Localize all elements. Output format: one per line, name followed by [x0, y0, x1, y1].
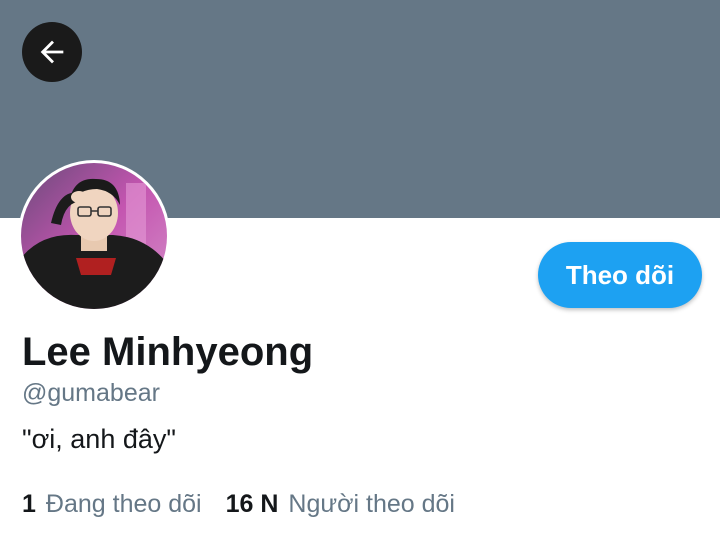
back-arrow-icon	[40, 40, 64, 64]
avatar-image	[21, 163, 167, 309]
profile-bio: "ơi, anh đây"	[22, 424, 176, 454]
followers-count: 16 N	[225, 490, 279, 518]
back-button[interactable]	[22, 22, 82, 82]
following-count: 1	[22, 490, 36, 518]
profile-stats: 1 Đang theo dõi 16 N Người theo dõi	[22, 490, 455, 519]
follow-button[interactable]: Theo dõi	[538, 242, 702, 308]
following-label: Đang theo dõi	[45, 490, 202, 518]
followers-label: Người theo dõi	[288, 490, 455, 518]
profile-handle: @gumabear	[22, 379, 160, 407]
following-stat[interactable]: 1 Đang theo dõi	[22, 490, 202, 519]
profile-name: Lee Minhyeong	[22, 330, 314, 374]
avatar[interactable]	[18, 160, 170, 312]
followers-stat[interactable]: 16 N Người theo dõi	[226, 490, 455, 519]
